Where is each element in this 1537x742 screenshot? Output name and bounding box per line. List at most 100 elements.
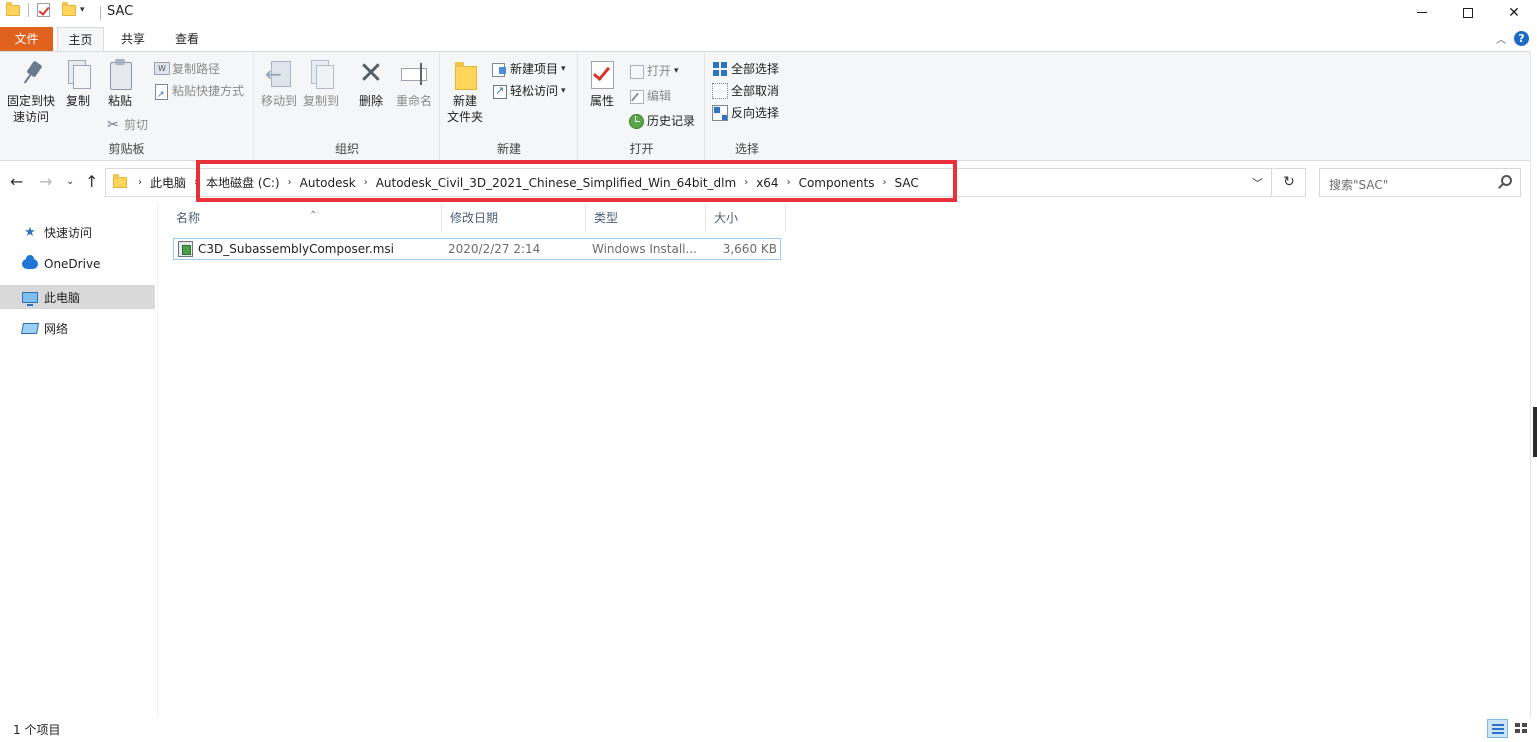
history-button[interactable]: 历史记录 — [628, 111, 695, 131]
invert-selection-button[interactable]: 反向选择 — [712, 103, 779, 123]
search-input[interactable]: 搜索"SAC" — [1319, 168, 1521, 197]
address-history-chevron-down-icon[interactable]: ﹀ — [1252, 175, 1263, 191]
tab-view[interactable]: 查看 — [163, 27, 211, 51]
breadcrumb-components[interactable]: Components — [794, 176, 880, 190]
recent-locations-chevron-down-icon[interactable]: ⌄ — [66, 176, 74, 187]
properties-button[interactable]: 属性 — [585, 58, 619, 109]
minimize-icon — [1417, 12, 1427, 13]
easy-access-icon — [491, 81, 507, 101]
rename-label: 重命名 — [395, 94, 432, 108]
move-to-label: 移动到 — [260, 94, 297, 108]
breadcrumb-separator-chevron-icon[interactable]: › — [191, 177, 201, 188]
breadcrumb-sac[interactable]: SAC — [889, 176, 923, 190]
tab-share[interactable]: 共享 — [108, 27, 158, 51]
breadcrumb-this-pc[interactable]: 此电脑 — [145, 174, 191, 191]
window-title: SAC — [107, 4, 134, 19]
close-button[interactable]: ✕ — [1491, 0, 1537, 25]
column-header-size[interactable]: 大小 — [706, 204, 786, 232]
column-header-label: 类型 — [594, 211, 619, 225]
file-size: 3,660 KB — [722, 242, 777, 256]
refresh-button[interactable]: ↻ — [1273, 168, 1306, 197]
nav-item-quick-access[interactable]: ★ 快速访问 — [0, 220, 155, 244]
copy-to-label: 复制到 — [302, 94, 339, 108]
tab-file[interactable]: 文件 — [0, 27, 53, 51]
nav-item-this-pc[interactable]: 此电脑 — [0, 285, 155, 309]
history-icon — [628, 113, 644, 129]
title-bar: ▾ SAC ✕ — [0, 0, 1537, 25]
close-icon: ✕ — [1508, 4, 1520, 21]
clipboard-icon — [104, 58, 136, 90]
open-label: 打开 — [647, 64, 672, 78]
open-button[interactable]: 打开 ▾ — [628, 61, 679, 81]
breadcrumb-local-disk[interactable]: 本地磁盘 (C:) — [201, 174, 285, 191]
breadcrumb-separator-chevron-icon[interactable]: › — [879, 177, 889, 188]
help-icon[interactable]: ? — [1514, 31, 1529, 46]
open-group: 属性 打开 ▾ 编辑 历史记录 打开 — [579, 52, 705, 160]
copy-label: 复制 — [65, 94, 90, 108]
nav-item-label: 网络 — [44, 321, 69, 336]
details-view-button[interactable] — [1487, 719, 1508, 738]
tab-home[interactable]: 主页 — [57, 27, 104, 51]
paste-button[interactable]: 粘贴 — [102, 58, 138, 109]
table-row[interactable]: C3D_SubassemblyComposer.msi 2020/2/27 2:… — [173, 238, 781, 260]
collapse-ribbon-chevron-up-icon[interactable]: ︿ — [1496, 31, 1506, 46]
customize-toolbar-chevron-down-icon[interactable]: ▾ — [80, 5, 85, 15]
column-header-name[interactable]: 名称 ⌃ — [168, 204, 442, 232]
edit-button[interactable]: 编辑 — [628, 86, 671, 106]
breadcrumb-separator-chevron-icon[interactable]: › — [285, 177, 295, 188]
pin-label-line2: 速访问 — [12, 110, 49, 124]
toolbar-divider — [28, 3, 29, 17]
move-to-button[interactable]: 移动到 — [259, 58, 299, 109]
paste-shortcut-label: 粘贴快捷方式 — [172, 84, 245, 98]
breadcrumb-separator-chevron-icon[interactable]: › — [361, 177, 371, 188]
copy-path-button[interactable]: 复制路径 — [153, 59, 220, 79]
easy-access-button[interactable]: 轻松访问 ▾ — [491, 81, 566, 101]
select-none-label: 全部取消 — [731, 84, 780, 98]
back-arrow-icon[interactable]: ← — [10, 172, 23, 191]
address-bar[interactable]: › 此电脑 › 本地磁盘 (C:) › Autodesk › Autodesk_… — [105, 168, 1272, 197]
new-folder-icon[interactable] — [62, 1, 76, 16]
history-label: 历史记录 — [647, 114, 696, 128]
paste-shortcut-icon — [153, 83, 169, 105]
breadcrumb-civil3d-folder[interactable]: Autodesk_Civil_3D_2021_Chinese_Simplifie… — [371, 176, 742, 190]
open-group-label: 打开 — [629, 142, 654, 156]
computer-icon — [22, 291, 38, 306]
breadcrumb-x64[interactable]: x64 — [751, 176, 783, 190]
minimize-button[interactable] — [1399, 0, 1445, 25]
nav-item-onedrive[interactable]: OneDrive — [0, 252, 155, 276]
select-none-button[interactable]: 全部取消 — [712, 81, 779, 101]
item-count: 1 个项目 — [13, 723, 61, 737]
select-none-icon — [712, 83, 728, 99]
invert-selection-label: 反向选择 — [731, 106, 780, 120]
breadcrumb-separator-chevron-icon[interactable]: › — [741, 177, 751, 188]
copy-to-button[interactable]: 复制到 — [301, 58, 341, 109]
clipboard-group: 固定到快 速访问 复制 粘贴 复制路径 粘贴快捷方式 ✂ 剪切 剪贴板 — [0, 52, 254, 160]
cut-button[interactable]: ✂ 剪切 — [105, 115, 148, 135]
status-bar: 1 个项目 — [0, 717, 1537, 742]
paste-shortcut-button[interactable]: 粘贴快捷方式 — [153, 81, 245, 105]
new-item-button[interactable]: 新建项目 ▾ — [491, 59, 566, 79]
rename-button[interactable]: 重命名 — [393, 58, 435, 109]
properties-icon[interactable] — [37, 3, 50, 17]
folder-icon[interactable] — [6, 1, 20, 16]
ribbon-tabs: 文件 主页 共享 查看 ︿ ? — [0, 27, 1537, 51]
breadcrumb-autodesk[interactable]: Autodesk — [295, 176, 361, 190]
delete-button[interactable]: ✕ 删除 — [353, 58, 389, 109]
large-icons-view-button[interactable] — [1511, 719, 1532, 738]
breadcrumb-separator-chevron-icon[interactable]: › — [784, 177, 794, 188]
forward-arrow-icon[interactable]: → — [39, 172, 52, 191]
column-header-type[interactable]: 类型 — [586, 204, 706, 232]
select-all-button[interactable]: 全部选择 — [712, 59, 779, 79]
breadcrumb-separator-chevron-icon[interactable]: › — [135, 177, 145, 188]
maximize-button[interactable] — [1445, 0, 1491, 25]
select-all-icon — [712, 61, 728, 77]
copy-button[interactable]: 复制 — [60, 58, 96, 109]
column-header-modified[interactable]: 修改日期 — [442, 204, 586, 232]
pin-to-quick-access-button[interactable]: 固定到快 速访问 — [4, 58, 58, 125]
new-folder-button[interactable]: 新建 文件夹 — [445, 58, 485, 125]
search-placeholder: 搜索"SAC" — [1329, 178, 1389, 192]
up-arrow-icon[interactable]: ↑ — [85, 172, 98, 191]
move-to-icon — [263, 58, 295, 90]
scrollbar-thumb[interactable] — [1533, 407, 1537, 457]
nav-item-network[interactable]: 网络 — [0, 316, 155, 340]
